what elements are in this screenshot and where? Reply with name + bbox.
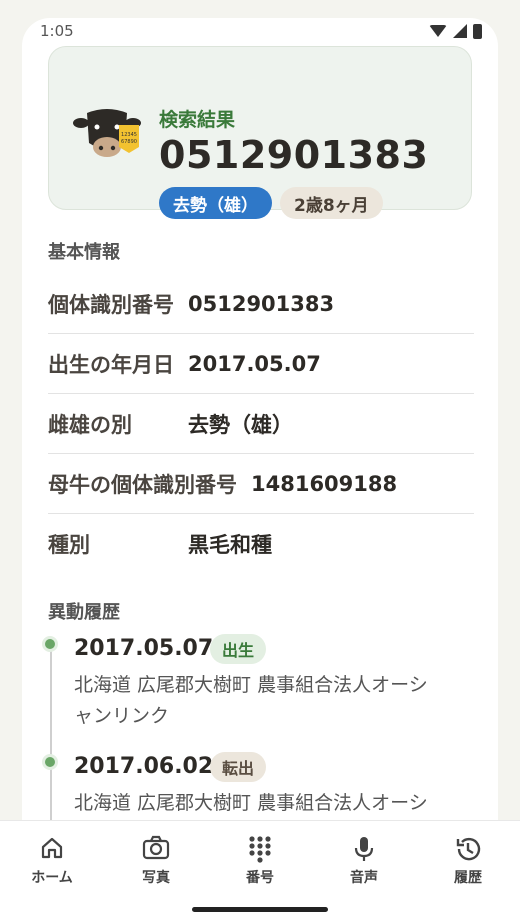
timeline-dot xyxy=(42,636,58,652)
status-icons xyxy=(429,23,482,39)
timeline-date: 2017.06.02 xyxy=(74,754,214,779)
result-chips: 去勢（雄） 2歳8ヶ月 xyxy=(159,187,383,219)
timeline-address-line: 北海道 広尾郡大樹町 農事組合法人オーシ xyxy=(74,674,428,696)
nav-label: 音声 xyxy=(350,870,378,886)
timeline-type-badge: 転出 xyxy=(210,752,267,782)
wifi-icon xyxy=(429,25,447,37)
info-value: 去勢（雄） xyxy=(188,412,293,437)
info-value: 0512901383 xyxy=(188,291,335,316)
bottom-nav: ホーム 写真 番号 音声 履歴 xyxy=(0,820,520,924)
info-label: 母牛の個体識別番号 xyxy=(48,472,237,497)
signal-icon xyxy=(453,24,467,38)
sex-chip: 去勢（雄） xyxy=(159,187,272,219)
app-screen: 1:05 12345 67890 検索結果 0512901383 去勢（雄） 2… xyxy=(22,18,498,924)
timeline-address: 北海道 広尾郡大樹町 農事組合法人オーシ ャンリンク xyxy=(74,670,464,732)
ear-tag-text-1: 12345 xyxy=(121,132,137,138)
info-row-mother-id: 母牛の個体識別番号 1481609188 xyxy=(48,454,474,514)
history-icon xyxy=(456,837,481,861)
cow-icon: 12345 67890 xyxy=(73,109,141,157)
info-value: 2017.05.07 xyxy=(188,351,321,376)
keypad-icon xyxy=(249,836,271,863)
info-value: 1481609188 xyxy=(251,471,398,496)
nav-home[interactable]: ホーム xyxy=(12,835,92,887)
camera-icon xyxy=(142,835,170,860)
info-row-breed: 種別 黒毛和種 xyxy=(48,514,474,574)
result-label: 検索結果 xyxy=(159,109,236,131)
nav-label: 番号 xyxy=(246,870,274,886)
timeline-address-line: ャンリンク xyxy=(74,705,170,727)
home-indicator[interactable] xyxy=(192,907,328,912)
info-row-sex: 雌雄の別 去勢（雄） xyxy=(48,394,474,454)
timeline-date: 2017.05.07 xyxy=(74,636,214,661)
info-label: 出生の年月日 xyxy=(48,352,174,377)
basic-info-title: 基本情報 xyxy=(48,242,120,263)
status-bar: 1:05 xyxy=(22,18,498,44)
nav-number[interactable]: 番号 xyxy=(220,835,300,887)
timeline-address-line: 北海道 広尾郡大樹町 農事組合法人オーシ xyxy=(74,792,428,814)
age-chip: 2歳8ヶ月 xyxy=(280,187,383,219)
nav-photo[interactable]: 写真 xyxy=(116,835,196,887)
timeline-address: 北海道 広尾郡大樹町 農事組合法人オーシ xyxy=(74,788,464,819)
timeline-line xyxy=(50,644,52,844)
home-icon xyxy=(41,837,63,859)
nav-label: 履歴 xyxy=(454,870,482,886)
result-id-number: 0512901383 xyxy=(159,133,429,177)
search-result-card: 12345 67890 検索結果 0512901383 去勢（雄） 2歳8ヶ月 xyxy=(48,46,472,219)
info-row-id: 個体識別番号 0512901383 xyxy=(48,274,474,334)
battery-icon xyxy=(473,23,482,39)
info-label: 雌雄の別 xyxy=(48,412,132,437)
history-title: 異動履歴 xyxy=(48,602,120,623)
info-label: 種別 xyxy=(48,533,90,557)
nav-label: ホーム xyxy=(31,870,73,886)
nav-label: 写真 xyxy=(142,870,170,886)
timeline-dot xyxy=(42,754,58,770)
info-row-birthdate: 出生の年月日 2017.05.07 xyxy=(48,334,474,394)
info-value: 黒毛和種 xyxy=(188,533,272,557)
timeline-type-badge: 出生 xyxy=(210,634,267,664)
status-time: 1:05 xyxy=(40,22,74,40)
nav-history[interactable]: 履歴 xyxy=(428,835,508,887)
ear-tag-text-2: 67890 xyxy=(121,139,137,145)
info-label: 個体識別番号 xyxy=(48,292,174,317)
microphone-icon xyxy=(354,837,374,861)
nav-voice[interactable]: 音声 xyxy=(324,835,404,887)
